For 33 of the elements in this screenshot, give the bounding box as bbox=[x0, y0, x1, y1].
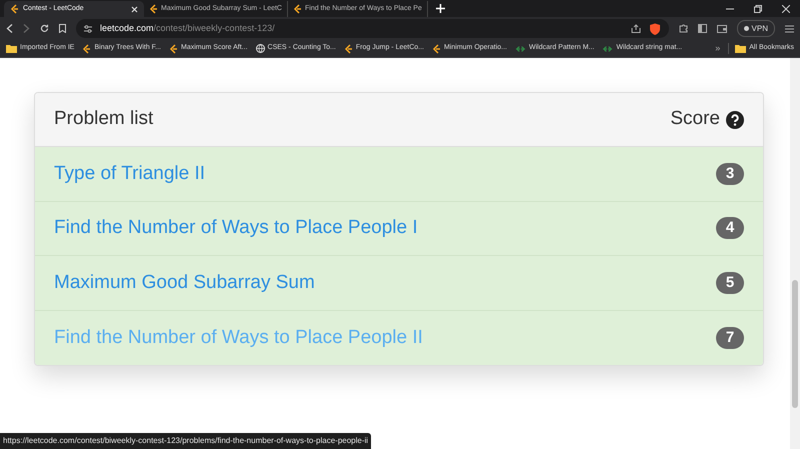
back-icon[interactable] bbox=[6, 24, 13, 33]
score-badge: 5 bbox=[716, 272, 744, 294]
close-icon[interactable] bbox=[131, 6, 138, 12]
score-badge: 7 bbox=[716, 326, 744, 349]
shield-icon[interactable] bbox=[648, 22, 661, 34]
folder-icon bbox=[6, 44, 17, 53]
score-badge: 3 bbox=[716, 162, 744, 185]
help-icon[interactable] bbox=[726, 110, 744, 128]
share-icon[interactable] bbox=[630, 24, 641, 33]
folder-icon bbox=[735, 44, 746, 53]
address-field[interactable]: leetcode.com/contest/biweekly-contest-123/ bbox=[76, 19, 669, 38]
menu-icon[interactable] bbox=[785, 24, 794, 32]
wallet-icon[interactable] bbox=[716, 24, 727, 33]
gfg-logo-icon bbox=[602, 46, 614, 52]
scrollbar[interactable] bbox=[790, 58, 800, 449]
card-title: Problem list bbox=[54, 107, 154, 132]
close-icon[interactable] bbox=[782, 5, 790, 13]
score-badge: 4 bbox=[716, 217, 744, 240]
vpn-button[interactable]: VPN bbox=[736, 20, 775, 37]
forward-icon[interactable] bbox=[23, 24, 30, 33]
new-tab-icon[interactable] bbox=[436, 4, 445, 13]
gfg-logo-icon bbox=[515, 46, 526, 52]
site-info-icon[interactable] bbox=[84, 24, 92, 32]
score-label: Score bbox=[670, 107, 720, 132]
bookmarks-overflow[interactable]: » bbox=[715, 42, 720, 56]
minimize-icon[interactable] bbox=[726, 8, 734, 10]
restore-icon[interactable] bbox=[754, 5, 762, 13]
puzzle-icon[interactable] bbox=[678, 24, 688, 33]
reload-icon[interactable] bbox=[40, 24, 49, 33]
status-url: https://leetcode.com/contest/biweekly-contest-123/problems/find-the-number-of-ways-to-place-people-ii bbox=[0, 433, 372, 449]
url-text: leetcode.com/contest/biweekly-contest-123/ bbox=[100, 22, 275, 35]
sidebar-icon[interactable] bbox=[698, 24, 707, 33]
bookmark-icon[interactable] bbox=[59, 24, 66, 33]
